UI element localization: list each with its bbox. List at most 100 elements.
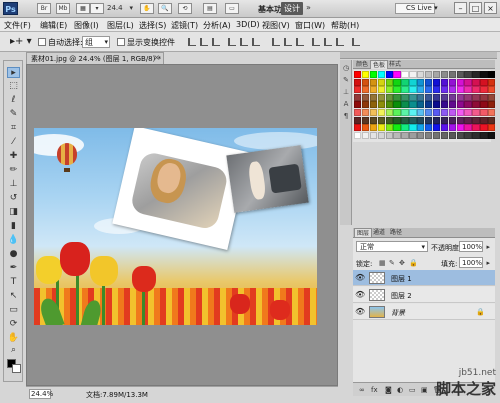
color-swatch[interactable]: [432, 108, 441, 116]
color-swatch[interactable]: [369, 93, 378, 101]
color-swatch[interactable]: [425, 124, 433, 132]
color-swatch[interactable]: [448, 71, 456, 78]
tab-layers[interactable]: 图层: [354, 228, 373, 237]
screen-mode-icon[interactable]: ▭: [225, 3, 239, 14]
close-icon[interactable]: ×: [153, 53, 160, 62]
grid-icon[interactable]: ▦: [76, 3, 90, 14]
menu-help[interactable]: 帮助(H): [331, 20, 359, 31]
color-swatch[interactable]: [440, 108, 449, 116]
color-swatch[interactable]: [480, 124, 488, 132]
color-swatch[interactable]: [401, 108, 409, 116]
color-swatch[interactable]: [480, 131, 488, 139]
color-swatch[interactable]: [354, 86, 362, 94]
color-swatch[interactable]: [354, 101, 362, 109]
color-swatch[interactable]: [417, 78, 425, 86]
color-swatch[interactable]: [401, 116, 409, 124]
path-select-tool-icon[interactable]: ↖: [7, 291, 20, 302]
color-swatch[interactable]: [409, 124, 417, 132]
color-swatch[interactable]: [361, 78, 370, 86]
color-swatch[interactable]: [401, 86, 409, 94]
color-swatch[interactable]: [464, 131, 472, 139]
document-info[interactable]: 文档:7.89M/13.3M: [86, 390, 148, 400]
color-swatch[interactable]: [425, 108, 433, 116]
rotate-view-icon[interactable]: ⟲: [178, 3, 192, 14]
color-swatch[interactable]: [464, 78, 472, 86]
lock-image-icon[interactable]: ✎: [389, 259, 397, 267]
color-swatch[interactable]: [417, 108, 425, 116]
adjustment-layer-icon[interactable]: ◐: [397, 386, 405, 394]
color-swatch[interactable]: [369, 116, 378, 124]
document-tab[interactable]: 素材01.jpg @ 24.4% (图层 1, RGB/8) * ×: [26, 52, 164, 64]
color-swatch[interactable]: [464, 101, 472, 109]
color-swatch[interactable]: [385, 124, 393, 132]
color-swatch[interactable]: [401, 71, 409, 78]
layer-row[interactable]: 👁 背景 🔒: [353, 304, 495, 320]
history-icon[interactable]: ◷: [342, 64, 350, 72]
color-swatch[interactable]: [488, 71, 496, 78]
distribute-hcenter-icon[interactable]: [324, 38, 332, 46]
color-swatch[interactable]: [472, 131, 480, 139]
color-swatch[interactable]: [464, 71, 472, 78]
color-swatch[interactable]: [440, 116, 449, 124]
layer-mask-icon[interactable]: ◙: [385, 386, 393, 394]
color-swatch[interactable]: [354, 71, 362, 78]
distribute-bottom-icon[interactable]: [296, 38, 304, 46]
color-swatch[interactable]: [432, 86, 441, 94]
color-swatch[interactable]: [472, 116, 480, 124]
move-tool-preset-icon[interactable]: ▸+ ▾: [10, 36, 32, 47]
color-swatch[interactable]: [393, 78, 401, 86]
color-swatch[interactable]: [488, 124, 496, 132]
eye-icon[interactable]: 👁: [355, 274, 365, 282]
color-swatch[interactable]: [369, 86, 378, 94]
color-swatch[interactable]: [472, 124, 480, 132]
color-swatch[interactable]: [393, 131, 401, 139]
color-swatch[interactable]: [385, 86, 393, 94]
color-swatch[interactable]: [361, 116, 370, 124]
maximize-button[interactable]: □: [469, 2, 482, 14]
eye-icon[interactable]: 👁: [355, 308, 365, 316]
color-swatch[interactable]: [440, 101, 449, 109]
color-swatch[interactable]: [448, 131, 456, 139]
color-swatch[interactable]: [472, 86, 480, 94]
color-swatch[interactable]: [393, 86, 401, 94]
close-button[interactable]: ×: [484, 2, 497, 14]
zoom-tool-icon[interactable]: ⌕: [7, 345, 20, 356]
workspace-more-icon[interactable]: »: [306, 3, 311, 12]
gradient-tool-icon[interactable]: ▮: [7, 221, 20, 232]
color-swatch[interactable]: [377, 124, 385, 132]
color-swatch[interactable]: [448, 78, 456, 86]
color-swatch[interactable]: [417, 86, 425, 94]
healing-brush-tool-icon[interactable]: ✚: [7, 151, 20, 162]
color-swatch[interactable]: [385, 131, 393, 139]
color-swatch[interactable]: [361, 71, 370, 78]
color-swatch[interactable]: [432, 71, 441, 78]
color-swatch[interactable]: [377, 78, 385, 86]
menu-analysis[interactable]: 分析(A): [203, 20, 231, 31]
pen-tool-icon[interactable]: ✒: [7, 263, 20, 274]
color-swatch[interactable]: [432, 101, 441, 109]
background-color-swatch[interactable]: [12, 364, 21, 373]
character-icon[interactable]: A: [342, 100, 350, 108]
tab-channels[interactable]: 通道: [371, 228, 387, 237]
color-swatch[interactable]: [417, 71, 425, 78]
menu-3d[interactable]: 3D(D): [236, 20, 260, 29]
color-swatch[interactable]: [432, 78, 441, 86]
distribute-right-icon[interactable]: [336, 38, 344, 46]
color-swatch[interactable]: [369, 124, 378, 132]
color-swatch[interactable]: [354, 131, 362, 139]
color-swatch[interactable]: [409, 108, 417, 116]
color-swatch[interactable]: [448, 124, 456, 132]
color-swatch[interactable]: [385, 71, 393, 78]
color-swatch[interactable]: [480, 116, 488, 124]
color-swatch[interactable]: [456, 116, 464, 124]
eye-icon[interactable]: 👁: [355, 291, 365, 299]
color-swatch[interactable]: [361, 101, 370, 109]
color-swatch[interactable]: [409, 116, 417, 124]
swatches-grid[interactable]: [353, 70, 496, 142]
color-swatch[interactable]: [425, 71, 433, 78]
color-swatch[interactable]: [377, 86, 385, 94]
align-left-icon[interactable]: [228, 38, 236, 46]
color-swatch[interactable]: [480, 108, 488, 116]
zoom-field[interactable]: 24.4%: [29, 389, 53, 399]
color-swatch[interactable]: [401, 131, 409, 139]
